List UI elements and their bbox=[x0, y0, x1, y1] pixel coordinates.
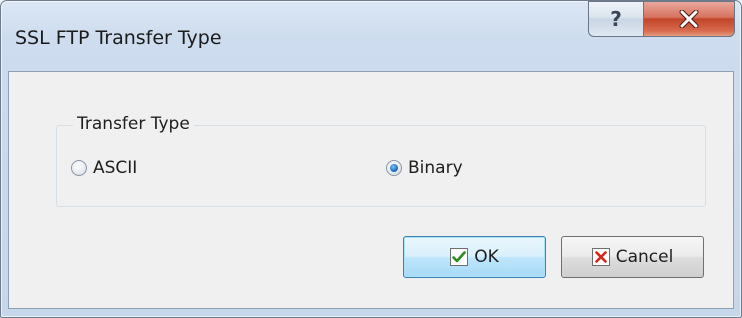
x-icon bbox=[591, 248, 610, 266]
dialog-window: SSL FTP Transfer Type ? Transfer Type AS… bbox=[0, 0, 742, 318]
radio-binary[interactable]: Binary bbox=[386, 158, 463, 178]
title-bar[interactable]: SSL FTP Transfer Type ? bbox=[1, 1, 741, 73]
radio-ascii[interactable]: ASCII bbox=[71, 158, 137, 178]
transfer-type-group-label: Transfer Type bbox=[73, 114, 194, 134]
help-button[interactable]: ? bbox=[588, 1, 644, 37]
close-button[interactable] bbox=[643, 1, 735, 37]
cancel-button[interactable]: Cancel bbox=[561, 236, 704, 278]
dialog-content: Transfer Type ASCII Binary OK Cancel bbox=[8, 71, 734, 309]
radio-ascii-circle[interactable] bbox=[71, 160, 87, 176]
cancel-button-label: Cancel bbox=[615, 247, 674, 267]
transfer-type-groupbox bbox=[56, 125, 706, 207]
window-title: SSL FTP Transfer Type bbox=[15, 27, 222, 49]
ok-button-label: OK bbox=[474, 247, 499, 267]
radio-binary-circle[interactable] bbox=[386, 160, 402, 176]
check-icon bbox=[450, 248, 469, 266]
question-mark-icon: ? bbox=[610, 7, 622, 31]
radio-ascii-label: ASCII bbox=[93, 158, 138, 178]
close-icon bbox=[679, 10, 699, 28]
ok-button[interactable]: OK bbox=[403, 236, 546, 278]
radio-binary-label: Binary bbox=[408, 158, 463, 178]
